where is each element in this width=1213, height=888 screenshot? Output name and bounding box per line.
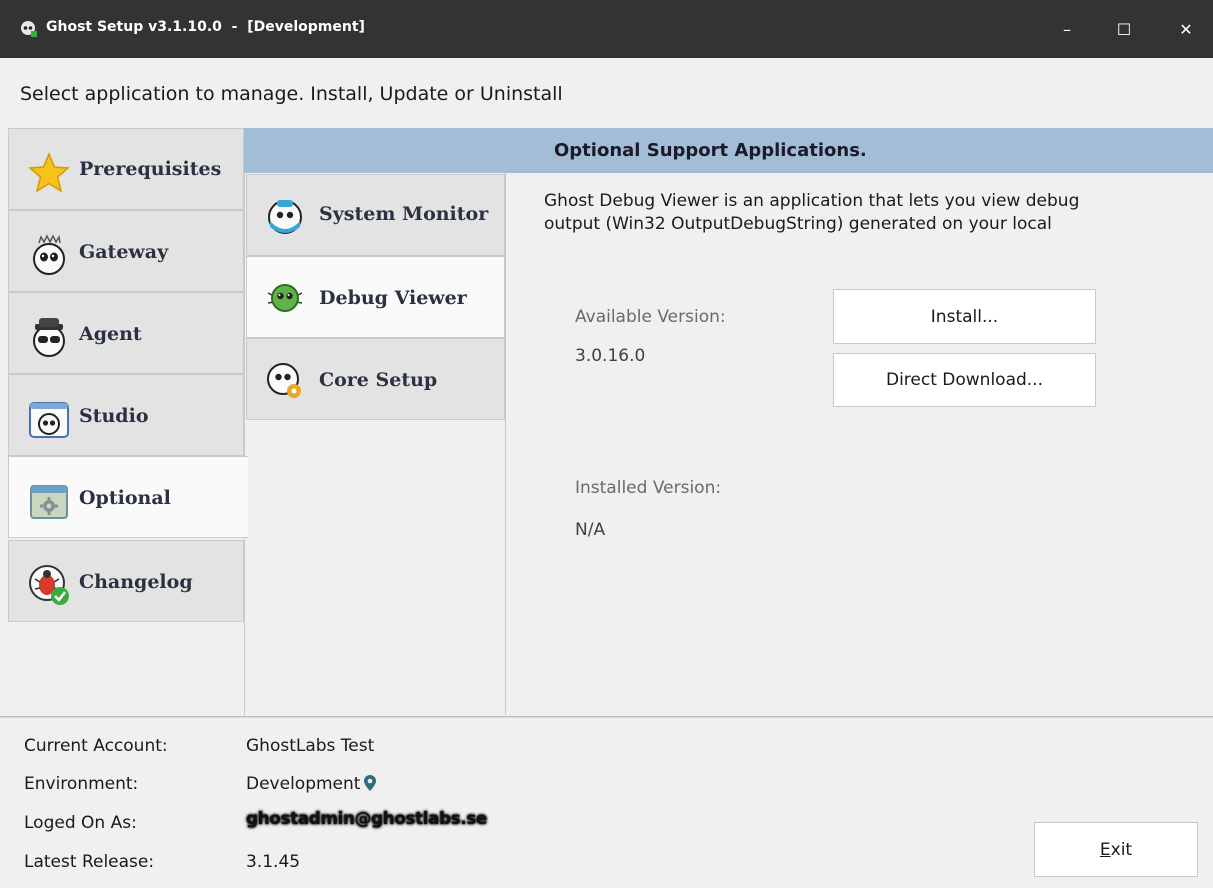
location-pin-icon	[364, 775, 377, 791]
tab-changelog[interactable]: Changelog	[8, 540, 244, 622]
install-button[interactable]: Install...	[833, 289, 1096, 344]
ghost-gateway-icon	[33, 234, 65, 275]
subtab-core-setup[interactable]: Core Setup	[246, 338, 505, 420]
subtab-label: Core Setup	[319, 369, 438, 391]
logged-on-as-label: Loged On As:	[24, 813, 137, 833]
tab-gateway[interactable]: Gateway	[8, 210, 244, 292]
subtab-label: Debug Viewer	[319, 287, 467, 309]
app-description: Ghost Debug Viewer is an application tha…	[544, 190, 1184, 236]
current-account-label: Current Account:	[24, 736, 168, 756]
gear-window-icon	[30, 485, 68, 519]
subtab-label: System Monitor	[319, 203, 489, 225]
ghost-bug-icon	[267, 284, 303, 312]
environment-value: Development	[246, 774, 361, 794]
current-account-value: GhostLabs Test	[246, 736, 375, 756]
ghost-app-icon	[21, 21, 37, 37]
ghost-monitor-icon	[268, 200, 302, 234]
star-icon	[28, 152, 70, 193]
tab-studio[interactable]: Studio	[8, 374, 244, 456]
close-button[interactable]: ✕	[1163, 0, 1209, 58]
footer-separator	[0, 716, 1213, 718]
ghost-core-icon	[267, 363, 301, 398]
exit-button[interactable]: Exit	[1034, 822, 1198, 877]
ghost-studio-icon	[29, 402, 69, 438]
available-version-value: 3.0.16.0	[575, 346, 646, 366]
minimize-button[interactable]: –	[1044, 0, 1090, 58]
environment-label: Environment:	[24, 774, 139, 794]
panel-header: Optional Support Applications.	[244, 128, 1213, 173]
environment-value-row: Development	[246, 774, 377, 794]
title-bar: Ghost Setup v3.1.10.0 - [Development] – …	[0, 0, 1213, 58]
installed-version-label: Installed Version:	[575, 478, 722, 498]
exit-mnemonic: E	[1099, 839, 1111, 860]
instruction-text: Select application to manage. Install, U…	[20, 83, 563, 105]
ghost-agent-icon	[33, 318, 65, 357]
tab-label: Prerequisites	[79, 158, 222, 180]
latest-release-value: 3.1.45	[246, 852, 301, 872]
description-line: output (Win32 OutputDebugString) generat…	[544, 214, 1052, 234]
bug-check-icon	[29, 565, 69, 605]
description-line: Ghost Debug Viewer is an application tha…	[544, 191, 1080, 211]
subtab-debug-viewer[interactable]: Debug Viewer	[246, 256, 505, 338]
panel-header-title: Optional Support Applications.	[554, 140, 867, 161]
tab-label: Studio	[79, 405, 149, 427]
maximize-button[interactable]: ☐	[1101, 0, 1147, 58]
available-version-label: Available Version:	[575, 307, 726, 327]
direct-download-button[interactable]: Direct Download...	[833, 353, 1096, 407]
subtab-divider	[505, 173, 506, 715]
tab-prerequisites[interactable]: Prerequisites	[8, 128, 244, 210]
tab-optional[interactable]: Optional	[8, 456, 248, 538]
tab-label: Optional	[79, 487, 171, 509]
tab-label: Agent	[79, 323, 142, 345]
tab-label: Gateway	[79, 241, 169, 263]
installed-version-value: N/A	[575, 520, 606, 540]
logged-on-as-value: ghostadmin@ghostlabs.se	[246, 809, 487, 829]
latest-release-label: Latest Release:	[24, 852, 155, 872]
subtab-system-monitor[interactable]: System Monitor	[246, 174, 505, 256]
exit-label-rest: xit	[1110, 839, 1133, 860]
tab-label: Changelog	[79, 571, 193, 593]
window-title: Ghost Setup v3.1.10.0 - [Development]	[46, 19, 365, 35]
tab-agent[interactable]: Agent	[8, 292, 244, 374]
